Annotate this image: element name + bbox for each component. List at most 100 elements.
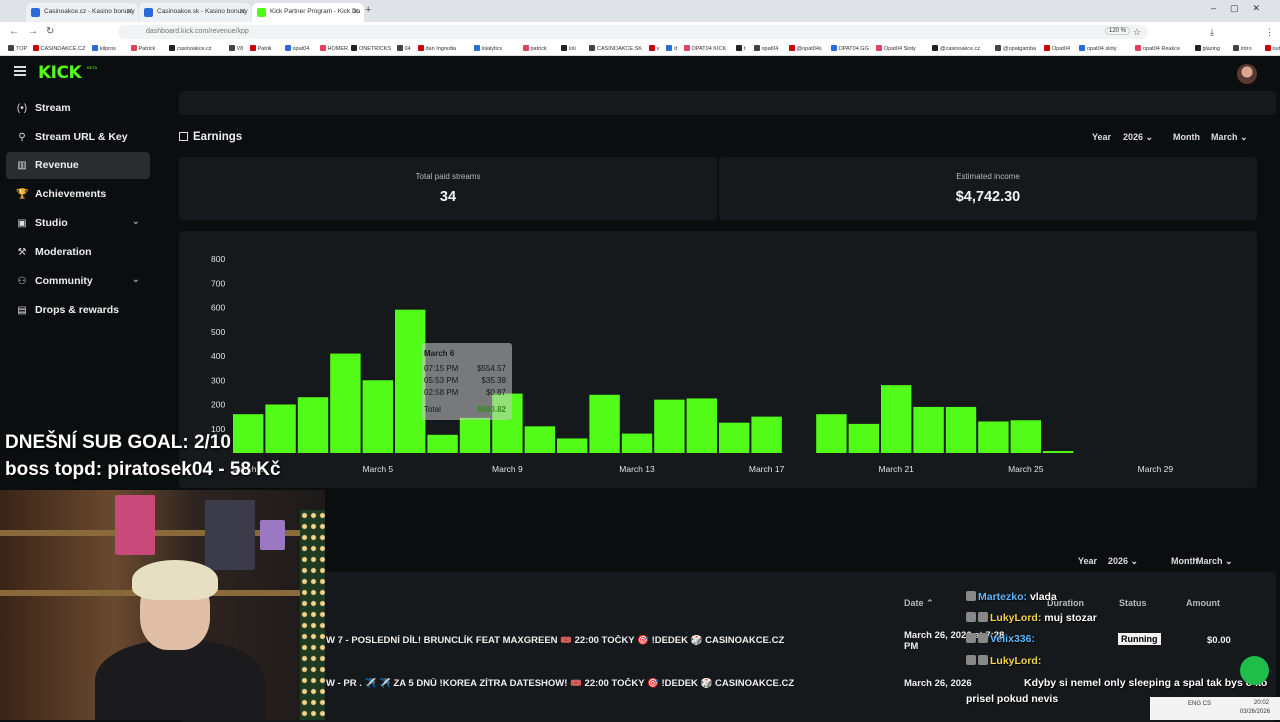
bookmark-item[interactable]: opat04 sloty — [1079, 45, 1117, 52]
bookmark-item[interactable]: lolalytics — [474, 45, 503, 52]
bar-march-10[interactable] — [525, 426, 555, 453]
new-tab-icon[interactable]: + — [365, 4, 371, 16]
sidebar-item-stream[interactable]: (•)Stream — [6, 95, 150, 122]
browser-tab[interactable]: Casinoakce.cz - Kasino bonusy✕ — [26, 3, 138, 22]
support-chat-button[interactable] — [1240, 656, 1269, 685]
payout-row-title[interactable]: W - PR . ✈️ ✈️ ZA 5 DNŮ !KOREA ZÍTRA DAT… — [326, 678, 906, 689]
bar-march-13[interactable] — [622, 434, 652, 453]
sidebar-item-achievements[interactable]: 🏆Achievements — [6, 181, 150, 208]
bookmark-item[interactable]: Patrik — [250, 45, 272, 52]
bookmark-item[interactable]: outro — [1265, 45, 1280, 52]
bookmark-item[interactable]: intro — [1233, 45, 1252, 52]
language-indicator[interactable]: ENG CS — [1188, 701, 1211, 707]
bar-march-14[interactable] — [654, 400, 684, 453]
bookmark-item[interactable]: glazing — [1195, 45, 1220, 52]
payout-row-title[interactable]: W 7 - POSLEDNÍ DÍL! BRUNCLÍK FEAT MAXGRE… — [326, 635, 906, 646]
bookmark-item[interactable]: 04 — [397, 45, 411, 52]
close-icon[interactable]: ✕ — [239, 7, 246, 16]
bar-march-6[interactable] — [395, 310, 425, 453]
bar-march-17[interactable] — [751, 417, 781, 453]
bar-march-11[interactable] — [557, 438, 587, 453]
bar-march-1[interactable] — [233, 414, 263, 453]
bookmark-label: opat04 Reakce — [1143, 46, 1180, 52]
url-input[interactable]: dashboard.kick.com/revenue/kpp — [118, 25, 1148, 39]
payout-month-select[interactable]: March ⌄ — [1196, 556, 1233, 567]
close-icon[interactable]: ✕ — [352, 7, 359, 16]
bookmark-icon — [523, 45, 529, 51]
bar-march-22[interactable] — [913, 407, 943, 453]
browser-tab-active[interactable]: Kick Partner Program - Kick Da✕ — [252, 3, 364, 22]
bookmark-item[interactable]: Opat04 — [1044, 45, 1070, 52]
bookmark-item[interactable]: @opatgamba — [995, 45, 1036, 52]
bookmark-item[interactable]: HOMER — [320, 45, 348, 52]
tooltip-amount: $554.57 — [456, 364, 506, 373]
bar-march-7[interactable] — [427, 435, 457, 453]
sidebar-item-community[interactable]: ⚇Community⌄ — [6, 268, 150, 295]
zoom-indicator[interactable]: 120 % — [1105, 27, 1130, 35]
bookmark-item[interactable]: kilpros — [92, 45, 116, 52]
bookmark-item[interactable]: dan Ingredia — [418, 45, 457, 52]
year-select[interactable]: 2026 ⌄ — [1123, 132, 1153, 143]
bar-march-20[interactable] — [849, 424, 879, 453]
more-icon[interactable]: ⋮ — [1265, 27, 1274, 38]
bookmark-item[interactable]: CASINOAKCE.CZ — [33, 45, 86, 52]
bookmark-item[interactable]: OPAT04.GG — [831, 45, 869, 52]
bookmark-item[interactable]: opat04 — [754, 45, 779, 52]
payout-year-select[interactable]: 2026 ⌄ — [1108, 556, 1138, 567]
sidebar-item-stream-url-key[interactable]: ⚲Stream URL & Key — [6, 124, 150, 151]
menu-icon[interactable] — [14, 66, 26, 76]
bar-march-23[interactable] — [946, 407, 976, 453]
bookmark-label: TOP — [16, 46, 27, 52]
bar-march-4[interactable] — [330, 354, 360, 453]
avatar[interactable] — [1237, 64, 1257, 84]
bar-march-21[interactable] — [881, 385, 911, 453]
reload-icon[interactable]: ↻ — [46, 26, 54, 37]
bookmark-icon — [736, 45, 742, 51]
browser-tab[interactable]: Casinoakce.sk - Kasino bonusy✕ — [139, 3, 251, 22]
bookmark-item[interactable]: d — [666, 45, 677, 52]
sidebar-item-revenue[interactable]: ▥Revenue — [6, 152, 150, 179]
bar-march-2[interactable] — [265, 405, 295, 454]
bookmark-item[interactable]: opat04 — [285, 45, 310, 52]
bar-march-15[interactable] — [687, 398, 717, 453]
bar-march-3[interactable] — [298, 397, 328, 453]
status-header: Status — [1119, 598, 1147, 608]
back-icon[interactable]: ← — [9, 26, 19, 37]
download-icon[interactable]: ⤓ — [1210, 27, 1214, 38]
kick-logo[interactable]: KICK — [38, 63, 81, 83]
bar-march-8[interactable] — [460, 418, 490, 453]
bar-march-16[interactable] — [719, 423, 749, 453]
sidebar-item-drops-rewards[interactable]: ▤Drops & rewards — [6, 297, 150, 324]
bookmark-item[interactable]: patrick — [523, 45, 547, 52]
month-select[interactable]: March ⌄ — [1211, 132, 1248, 143]
forward-icon[interactable]: → — [28, 26, 38, 37]
star-icon[interactable]: ☆ — [1133, 27, 1141, 38]
bookmark-item[interactable]: ONETRICKS — [351, 45, 391, 52]
bookmark-item[interactable]: casinoakce.cz — [169, 45, 212, 52]
bookmark-item[interactable]: opat04 Reakce — [1135, 45, 1180, 52]
sort-date-header[interactable]: Date ⌃ — [904, 598, 934, 609]
bookmark-item[interactable]: @opat04s — [789, 45, 822, 52]
bookmark-item[interactable]: Opat04 Sloty — [876, 45, 916, 52]
bookmark-item[interactable]: TOP — [8, 45, 27, 52]
bookmark-item[interactable]: t — [736, 45, 746, 52]
sidebar-item-moderation[interactable]: ⚒Moderation — [6, 239, 150, 266]
bar-march-19[interactable] — [816, 414, 846, 453]
bookmark-item[interactable]: CASINOAKCE.SK — [589, 45, 642, 52]
bookmark-item[interactable]: Patrick — [131, 45, 156, 52]
bookmark-item[interactable]: OPAT04 KICK — [684, 45, 727, 52]
bar-march-12[interactable] — [589, 395, 619, 453]
sidebar-item-icon: ⚇ — [16, 276, 28, 287]
bookmark-item[interactable]: V8 — [229, 45, 244, 52]
address-bar: ← → ↻ dashboard.kick.com/revenue/kpp 120… — [0, 22, 1280, 42]
window-controls[interactable]: –▢✕ — [1211, 3, 1274, 14]
sidebar-item-studio[interactable]: ▣Studio⌄ — [6, 210, 150, 237]
bar-march-5[interactable] — [363, 380, 393, 453]
bar-march-24[interactable] — [978, 421, 1008, 453]
bar-march-25[interactable] — [1011, 420, 1041, 453]
close-icon[interactable]: ✕ — [126, 7, 133, 16]
bookmark-item[interactable]: loli — [561, 45, 576, 52]
bookmark-item[interactable]: @casinoakce.cz — [932, 45, 980, 52]
bar-march-26[interactable] — [1043, 451, 1073, 453]
bookmark-item[interactable]: v — [649, 45, 660, 52]
